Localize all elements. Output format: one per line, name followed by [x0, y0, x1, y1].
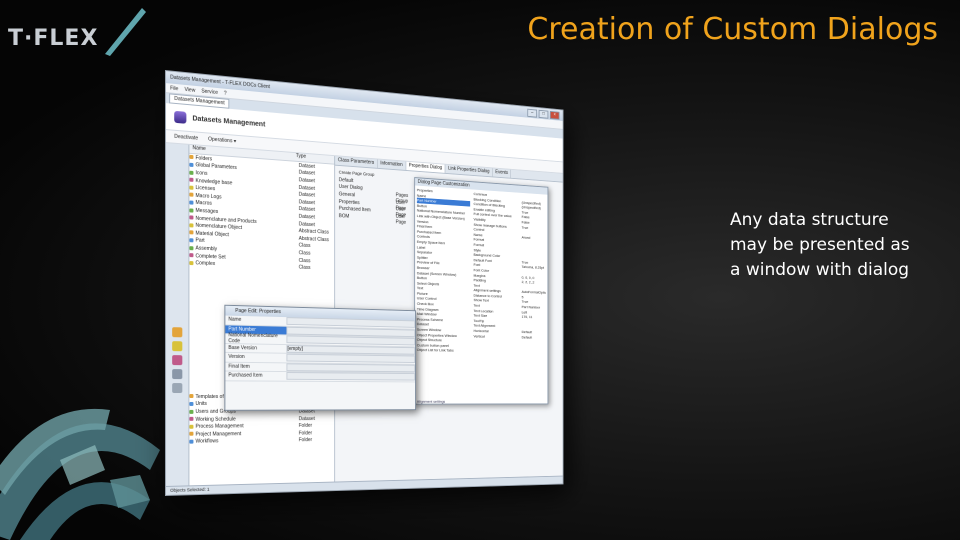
field-label: Name	[228, 316, 242, 324]
dataset-icon	[189, 245, 194, 250]
nav-chain-icon[interactable]	[172, 369, 183, 380]
page-title: Datasets Management	[192, 114, 266, 128]
tab-properties-dialog[interactable]: Properties Dialog	[406, 161, 446, 173]
tree-row-label: Part	[195, 237, 205, 245]
datasets-icon	[174, 110, 187, 124]
tree-row-label: Folders	[195, 155, 213, 163]
page-edit-field: Purchased Item	[225, 371, 416, 382]
field-label: Purchased Item	[228, 372, 263, 379]
dataset-icon	[189, 223, 194, 228]
logo-text: T·FLEX	[8, 26, 99, 51]
nav-pencil-icon[interactable]	[172, 383, 183, 394]
dataset-icon	[189, 215, 194, 220]
dataset-icon	[189, 432, 194, 437]
dialog-pages-list: Create Page Group Default User Dialog Gene…	[339, 170, 415, 226]
menu-file[interactable]: File	[170, 85, 178, 92]
tree-row-label: Assembly	[195, 245, 218, 253]
tree-row-type: Folder	[298, 423, 313, 429]
field-label: Version	[228, 354, 245, 361]
menu-service[interactable]: Service	[201, 88, 218, 95]
tab-information[interactable]: Information	[377, 159, 407, 171]
field-input[interactable]	[286, 372, 416, 381]
tree-row-label: Licenses	[195, 185, 216, 193]
dialog-page-item[interactable]: BOM User Page	[339, 212, 415, 226]
field-label: Base Version	[228, 344, 258, 352]
dataset-icon	[189, 439, 194, 444]
field-input[interactable]	[286, 363, 416, 372]
dataset-icon	[189, 402, 194, 407]
tree-row-label: Complete Set	[195, 252, 226, 261]
close-button[interactable]: ×	[549, 110, 560, 120]
page-edit-dialog: Page Edit: Properties Name Part Number Nat…	[224, 304, 416, 411]
dataset-icon	[189, 417, 194, 422]
property-name: Vertical	[473, 333, 485, 339]
tree-row-type: Folder	[298, 430, 313, 437]
dataset-icon	[189, 208, 194, 213]
tree-row-name: Working Schedule	[189, 416, 298, 423]
navigation-sidebar	[166, 143, 190, 496]
field-label: National Nomenclature Code	[228, 332, 278, 345]
nav-link-icon[interactable]	[172, 355, 183, 366]
dataset-icon	[189, 200, 194, 205]
dataset-icon	[189, 170, 194, 175]
slide: T·FLEX Creation of Custom Dialogs Any da…	[0, 0, 960, 540]
control-item[interactable]: Object List for Link Tabs	[417, 348, 470, 354]
slide-caption: Any data structure may be presented as a…	[730, 210, 910, 280]
tree-row-label: Units	[195, 401, 207, 408]
tree-row-type: Class	[298, 264, 311, 272]
customization-status: Alignment settings	[416, 399, 446, 404]
dataset-icon	[189, 177, 194, 183]
dataset-icon	[189, 162, 194, 168]
dataset-icon	[189, 185, 194, 190]
dataset-icon	[189, 424, 194, 429]
nav-box-icon[interactable]	[172, 341, 183, 352]
property-row[interactable]: Vertical Default	[474, 333, 546, 340]
tree-row-label: Icons	[195, 170, 208, 177]
dialog-page-customization: Dialog Page Customization Properties Name…	[414, 177, 549, 405]
menu-help[interactable]: ?	[224, 90, 227, 96]
tree-row-label: Complex	[195, 260, 216, 268]
tree-rows: Folders Dataset Global Parameters Dataset Ic…	[189, 154, 334, 273]
property-grid: Common Blocking Condition (Unspecified) Con…	[474, 191, 546, 396]
dataset-icon	[189, 238, 194, 243]
decorative-swirl	[0, 408, 160, 540]
minimize-button[interactable]: –	[527, 108, 538, 118]
tree-row-label: Project Management	[195, 431, 242, 438]
menu-view[interactable]: View	[184, 86, 195, 93]
tree-row-name: Process Management	[189, 423, 298, 430]
tree-row-label: Process Management	[195, 423, 244, 430]
dataset-icon	[189, 260, 194, 265]
tab-events[interactable]: Events	[492, 168, 512, 178]
tree-row-label: Macros	[195, 200, 212, 208]
nav-folder-icon[interactable]	[172, 327, 183, 338]
dataset-icon	[189, 155, 194, 160]
tree-row-label: Messages	[195, 207, 219, 215]
tree-row-type: Dataset	[298, 415, 315, 422]
dialog-page-type	[396, 184, 415, 185]
dataset-icon	[189, 409, 194, 414]
app-screenshot: Datasets Management - T-FLEX DOCs Client…	[165, 70, 611, 510]
operations-menu[interactable]: Operations ▾	[208, 136, 236, 144]
field-input[interactable]: [empty]	[286, 344, 416, 355]
dataset-icon	[189, 192, 194, 198]
slide-title: Creation of Custom Dialogs	[527, 12, 938, 47]
field-label: Final Item	[228, 363, 250, 370]
app-window: Datasets Management - T-FLEX DOCs Client…	[165, 70, 564, 496]
tree-row-label: Working Schedule	[195, 416, 236, 423]
tree-row-name: Workflows	[189, 438, 298, 445]
dialog-page-type: User Page	[395, 213, 407, 226]
dataset-icon	[189, 253, 194, 258]
tree-row-type: Folder	[298, 437, 313, 444]
field-input[interactable]	[286, 353, 416, 364]
dataset-icon	[189, 230, 194, 235]
property-value: Default	[521, 334, 532, 340]
maximize-button[interactable]: □	[538, 109, 549, 119]
dataset-icon	[189, 394, 194, 399]
tree-row-label: Workflows	[195, 438, 219, 445]
controls-tree: Properties Name Part Number Button National …	[416, 187, 471, 396]
tree-row[interactable]: Workflows Folder	[189, 437, 334, 446]
deactivate-button[interactable]: Deactivate	[174, 134, 198, 142]
